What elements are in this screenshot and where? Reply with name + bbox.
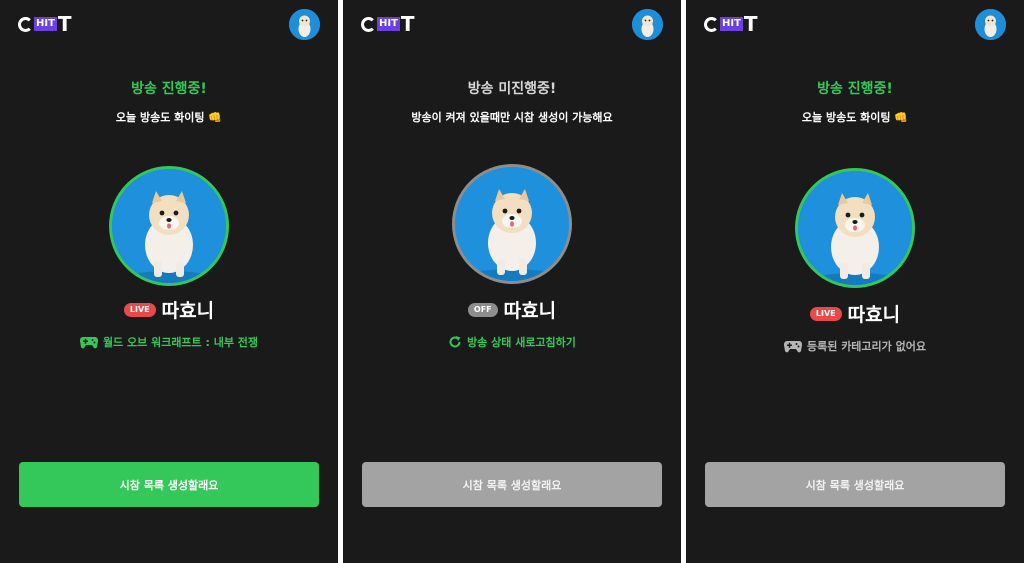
create-list-button[interactable]: 시참 목록 생성할래요 <box>705 462 1005 507</box>
screen-offline: HIT T 방송 미진행중! 방송이 켜져 있을때만 시참 생성이 가능해요 O… <box>343 0 681 563</box>
stream-status-subtext: 방송이 켜져 있을때만 시참 생성이 가능해요 <box>411 111 613 124</box>
stream-category: 월드 오브 워크래프트 : 내부 전쟁 <box>0 334 338 350</box>
streamer-name: 따효니 <box>503 300 557 322</box>
streamer-profile-image <box>109 166 229 286</box>
stream-status-subtext: 오늘 방송도 화이팅 👊 <box>115 111 223 124</box>
gamepad-icon <box>79 335 98 349</box>
streamer-name-row: LIVE 따효니 <box>686 300 1024 327</box>
streamer-name: 따효니 <box>161 300 215 322</box>
category-text: 등록된 카테고리가 없어요 <box>807 340 926 353</box>
dog-profile-image <box>798 171 912 285</box>
category-text: 월드 오브 워크래프트 : 내부 전쟁 <box>102 336 259 349</box>
screens-container: HIT T 방송 진행중! 오늘 방송도 화이팅 👊 LIVE 따효니 월드 오… <box>0 0 1024 563</box>
app-logo[interactable]: HIT T <box>361 11 415 37</box>
streamer-name-row: OFF 따효니 <box>343 296 681 323</box>
streamer-name-row: LIVE 따효니 <box>0 296 338 323</box>
stream-status-headline: 방송 미진행중! <box>467 81 557 97</box>
stream-category: 등록된 카테고리가 없어요 <box>686 338 1024 354</box>
stream-status-headline: 방송 진행중! <box>817 81 893 97</box>
logo-hit: HIT <box>377 17 400 31</box>
dog-profile-image <box>455 167 569 281</box>
dog-avatar-image <box>289 9 320 40</box>
gamepad-icon <box>784 339 802 353</box>
off-badge: OFF <box>467 302 498 317</box>
app-logo[interactable]: HIT T <box>704 11 758 37</box>
screen-live: HIT T 방송 진행중! 오늘 방송도 화이팅 👊 LIVE 따효니 월드 오… <box>0 0 338 563</box>
refresh-status-link[interactable]: 방송 상태 새로고침하기 <box>343 334 681 350</box>
app-logo[interactable]: HIT T <box>18 11 72 37</box>
streamer-profile-image <box>452 164 572 284</box>
logo-tail: T <box>743 12 758 36</box>
logo-tail: T <box>57 12 72 36</box>
live-badge: LIVE <box>809 306 842 321</box>
dog-avatar-image <box>975 9 1006 40</box>
logo-ring <box>18 16 33 32</box>
refresh-icon <box>448 335 462 349</box>
streamer-name: 따효니 <box>847 304 901 326</box>
create-list-button[interactable]: 시참 목록 생성할래요 <box>19 462 319 507</box>
stream-status-headline: 방송 진행중! <box>131 81 207 97</box>
dog-profile-image <box>112 169 226 283</box>
user-avatar[interactable] <box>975 9 1006 40</box>
logo-ring <box>704 16 719 32</box>
streamer-profile-image <box>795 168 915 288</box>
refresh-text: 방송 상태 새로고침하기 <box>467 336 576 349</box>
user-avatar[interactable] <box>632 9 663 40</box>
logo-ring <box>361 16 376 32</box>
logo-hit: HIT <box>34 17 57 31</box>
dog-avatar-image <box>632 9 663 40</box>
user-avatar[interactable] <box>289 9 320 40</box>
logo-hit: HIT <box>720 17 743 31</box>
create-list-button[interactable]: 시참 목록 생성할래요 <box>362 462 662 507</box>
stream-status-subtext: 오늘 방송도 화이팅 👊 <box>801 111 909 124</box>
screen-live-no-category: HIT T 방송 진행중! 오늘 방송도 화이팅 👊 LIVE 따효니 등록된 … <box>686 0 1024 563</box>
live-badge: LIVE <box>123 302 156 317</box>
logo-tail: T <box>400 12 415 36</box>
